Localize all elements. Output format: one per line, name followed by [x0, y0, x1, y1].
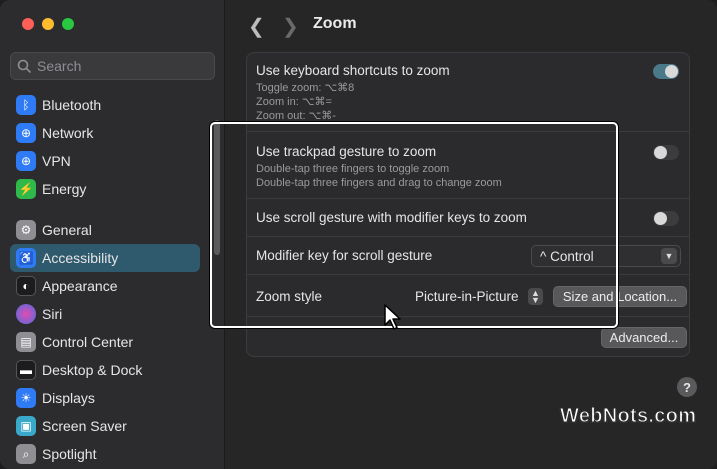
search-field[interactable] — [10, 52, 215, 80]
sidebar-item-label: General — [42, 222, 92, 238]
mouse-pointer-icon — [383, 303, 403, 336]
vpn-globe-icon: ⊕ — [16, 151, 36, 171]
displays-icon: ☀ — [16, 388, 36, 408]
sidebar-item-label: Network — [42, 125, 94, 141]
minimize-window-button[interactable] — [42, 18, 54, 30]
zoom-out-shortcut: Zoom out: ⌥⌘- — [256, 110, 336, 122]
keyboard-shortcuts-row: Use keyboard shortcuts to zoom Toggle zo… — [247, 53, 689, 132]
sidebar-group-system: ⚙ General ♿ Accessibility ◐ Appearance S… — [10, 216, 200, 468]
chevron-down-icon: ▼ — [661, 248, 677, 264]
settings-window: ᛒ Bluetooth ⊕ Network ⊕ VPN ⚡ Energy ⚙ G… — [0, 0, 717, 469]
screen-saver-icon: ▣ — [16, 416, 36, 436]
sidebar-item-network[interactable]: ⊕ Network — [10, 119, 200, 147]
sidebar-item-label: Accessibility — [42, 250, 119, 266]
sidebar-item-accessibility[interactable]: ♿ Accessibility — [10, 244, 200, 272]
sidebar-item-displays[interactable]: ☀ Displays — [10, 384, 200, 412]
sidebar-item-label: Energy — [42, 181, 87, 197]
advanced-button[interactable]: Advanced... — [601, 327, 687, 348]
sidebar-item-desktop-dock[interactable]: ▬ Desktop & Dock — [10, 356, 200, 384]
sidebar-item-label: Screen Saver — [42, 418, 127, 434]
control-center-icon: ▤ — [16, 332, 36, 352]
bluetooth-icon: ᛒ — [16, 95, 36, 115]
sidebar-item-control-center[interactable]: ▤ Control Center — [10, 328, 200, 356]
sidebar-item-label: Desktop & Dock — [42, 362, 143, 378]
accessibility-icon: ♿ — [16, 248, 36, 268]
siri-icon — [16, 304, 36, 324]
sidebar-item-label: VPN — [42, 153, 71, 169]
toggle-knob — [654, 146, 667, 159]
maximize-window-button[interactable] — [62, 18, 74, 30]
back-button[interactable]: ❮ — [248, 14, 265, 39]
sidebar-item-label: Appearance — [42, 278, 118, 294]
sidebar-item-bluetooth[interactable]: ᛒ Bluetooth — [10, 91, 200, 119]
scroll-gesture-toggle[interactable] — [653, 211, 679, 226]
sidebar-item-siri[interactable]: Siri — [10, 300, 200, 328]
sidebar-item-label: Bluetooth — [42, 97, 102, 113]
sidebar-group-connectivity: ᛒ Bluetooth ⊕ Network ⊕ VPN ⚡ Energy — [10, 91, 200, 203]
trackpad-gesture-toggle[interactable] — [653, 145, 679, 160]
toggle-knob — [665, 65, 678, 78]
search-input[interactable] — [37, 58, 197, 74]
zoom-in-shortcut: Zoom in: ⌥⌘= — [256, 96, 332, 108]
keyboard-shortcuts-toggle[interactable] — [653, 64, 679, 79]
sidebar-item-spotlight[interactable]: ⌕ Spotlight — [10, 440, 200, 468]
sidebar-item-label: Control Center — [42, 334, 134, 350]
highlight-box — [210, 122, 618, 328]
sidebar-item-appearance[interactable]: ◐ Appearance — [10, 272, 200, 300]
spotlight-icon: ⌕ — [16, 444, 36, 464]
watermark-logo: WebNots.com — [559, 405, 697, 428]
close-window-button[interactable] — [22, 18, 34, 30]
sidebar: ᛒ Bluetooth ⊕ Network ⊕ VPN ⚡ Energy ⚙ G… — [0, 0, 225, 469]
toolbar: ❮ ❯ Zoom — [226, 0, 717, 52]
sidebar-item-vpn[interactable]: ⊕ VPN — [10, 147, 200, 175]
gear-icon: ⚙ — [16, 220, 36, 240]
sidebar-item-energy[interactable]: ⚡ Energy — [10, 175, 200, 203]
sidebar-item-label: Siri — [42, 306, 63, 322]
battery-icon: ⚡ — [16, 179, 36, 199]
toggle-zoom-shortcut: Toggle zoom: ⌥⌘8 — [256, 82, 355, 94]
page-title: Zoom — [313, 15, 357, 32]
forward-button[interactable]: ❯ — [282, 14, 299, 39]
sidebar-item-label: Spotlight — [42, 446, 97, 462]
toggle-knob — [654, 212, 667, 225]
help-button[interactable]: ? — [677, 377, 697, 397]
dock-icon: ▬ — [16, 360, 36, 380]
sidebar-item-screen-saver[interactable]: ▣ Screen Saver — [10, 412, 200, 440]
keyboard-shortcuts-label: Use keyboard shortcuts to zoom — [256, 63, 450, 78]
sidebar-item-general[interactable]: ⚙ General — [10, 216, 200, 244]
appearance-icon: ◐ — [16, 276, 36, 296]
globe-icon: ⊕ — [16, 123, 36, 143]
sidebar-item-label: Displays — [42, 390, 95, 406]
search-icon — [11, 53, 37, 79]
